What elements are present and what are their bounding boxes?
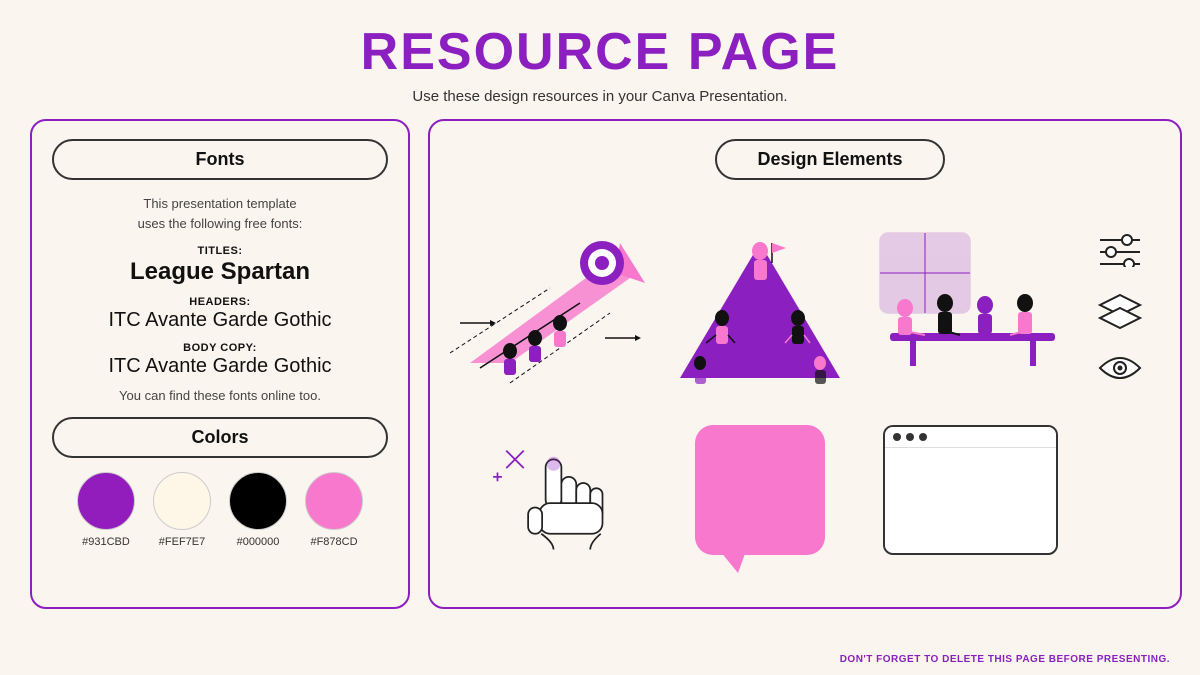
headers-font-name: ITC Avante Garde Gothic <box>52 309 388 332</box>
page-subtitle: Use these design resources in your Canva… <box>0 88 1200 105</box>
design-elements-header-box: Design Elements <box>715 139 944 180</box>
main-container: Fonts This presentation templateuses the… <box>30 119 1170 609</box>
page-header: RESOURCE PAGE Use these design resources… <box>0 0 1200 105</box>
swatch-purple: #931CBD <box>77 472 135 548</box>
color-circle-cream <box>153 472 211 530</box>
body-font-name: ITC Avante Garde Gothic <box>52 355 388 378</box>
color-swatches: #931CBD #FEF7E7 #000000 #F878CD <box>52 472 388 548</box>
layers-icon <box>1095 290 1145 330</box>
swatch-cream: #FEF7E7 <box>153 472 211 548</box>
color-hex-cream: #FEF7E7 <box>153 536 211 548</box>
titles-label: TITLES: <box>52 245 388 257</box>
color-circle-pink <box>305 472 363 530</box>
eye-icon <box>1095 353 1145 383</box>
titles-font-name: League Spartan <box>52 258 388 286</box>
left-panel: Fonts This presentation templateuses the… <box>30 119 410 609</box>
swatch-black: #000000 <box>229 472 287 548</box>
fonts-header-label: Fonts <box>196 149 245 169</box>
illustration-hand-cursor <box>450 415 650 565</box>
fonts-description: This presentation templateuses the follo… <box>52 194 388 233</box>
titles-font-row: TITLES: League Spartan <box>52 245 388 286</box>
headers-label: HEADERS: <box>52 296 388 308</box>
browser-dot-3 <box>919 433 927 441</box>
browser-bar <box>885 427 1056 448</box>
page-title: RESOURCE PAGE <box>0 22 1200 82</box>
browser-dot-2 <box>906 433 914 441</box>
illustration-people-hill <box>660 210 860 405</box>
color-hex-pink: #F878CD <box>305 536 363 548</box>
footer-note: DON'T FORGET TO DELETE THIS PAGE BEFORE … <box>840 654 1170 665</box>
bottom-icons-area <box>1080 415 1160 565</box>
colors-header-box: Colors <box>52 417 388 458</box>
fonts-header-box: Fonts <box>52 139 388 180</box>
headers-font-row: HEADERS: ITC Avante Garde Gothic <box>52 296 388 332</box>
illustration-arrow-people <box>450 210 650 405</box>
fonts-footer: You can find these fonts online too. <box>52 388 388 403</box>
body-font-row: BODY COPY: ITC Avante Garde Gothic <box>52 342 388 378</box>
illustration-browser-mockup <box>870 415 1070 565</box>
color-circle-black <box>229 472 287 530</box>
browser-dot-1 <box>893 433 901 441</box>
color-circle-purple <box>77 472 135 530</box>
body-label: BODY COPY: <box>52 342 388 354</box>
color-hex-black: #000000 <box>229 536 287 548</box>
right-panel: Design Elements <box>428 119 1182 609</box>
design-elements-label: Design Elements <box>757 149 902 169</box>
illustration-speech-bubble <box>660 415 860 565</box>
swatch-pink: #F878CD <box>305 472 363 548</box>
color-hex-purple: #931CBD <box>77 536 135 548</box>
colors-header-label: Colors <box>191 427 248 447</box>
illustration-people-table <box>870 210 1070 405</box>
design-icons-column <box>1080 210 1160 405</box>
sliders-icon <box>1095 232 1145 267</box>
browser-content <box>885 448 1056 548</box>
